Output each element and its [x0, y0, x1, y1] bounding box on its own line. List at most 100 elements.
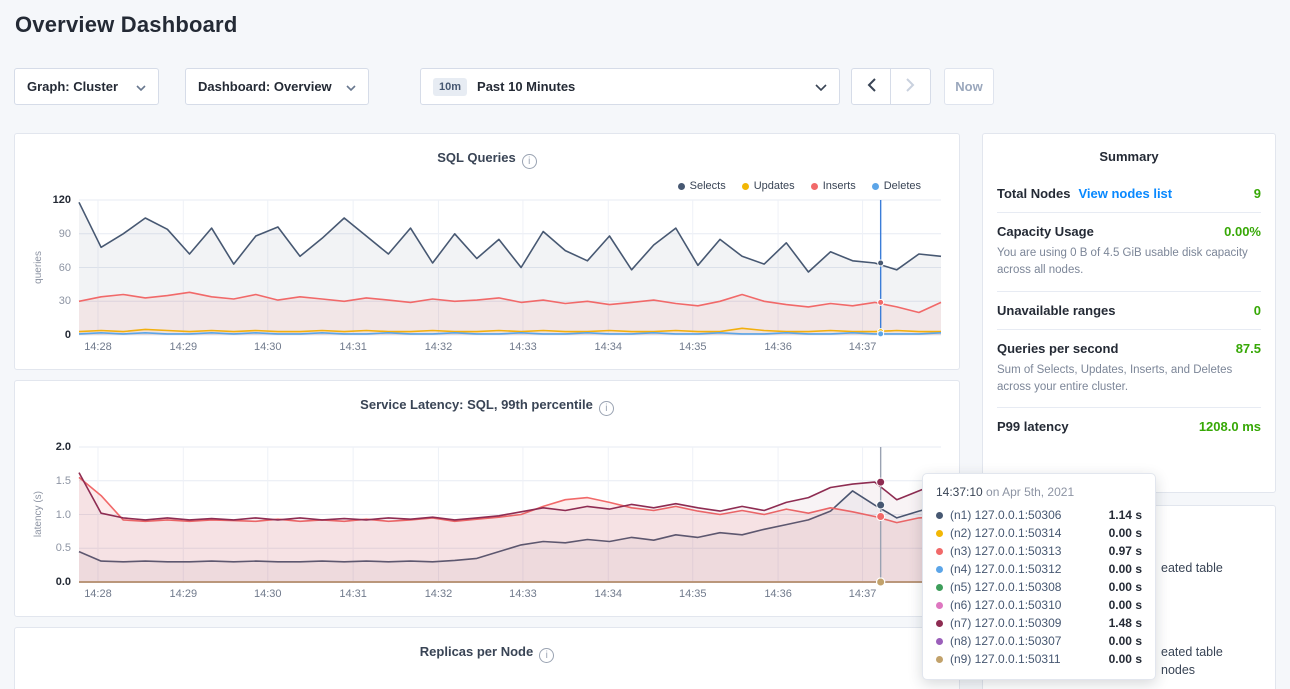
x-tick-label: 14:29: [170, 588, 198, 600]
node-color-dot-icon: [936, 602, 943, 609]
info-icon[interactable]: i: [599, 401, 614, 416]
tooltip-node-value: 0.00 s: [1109, 652, 1142, 666]
dashboard-dropdown-label: Dashboard: Overview: [198, 79, 332, 94]
chart-title-text: Service Latency: SQL, 99th percentile: [360, 397, 593, 412]
total-nodes-label: Total Nodes: [997, 186, 1070, 201]
tooltip-node-label: (n6) 127.0.0.1:50310: [950, 598, 1061, 612]
chart-title-text: Replicas per Node: [420, 644, 533, 659]
x-tick-label: 14:28: [84, 588, 112, 600]
summary-row-unavailable-ranges: Unavailable ranges 0: [997, 291, 1261, 329]
info-icon[interactable]: i: [539, 648, 554, 663]
x-tick-label: 14:34: [595, 341, 623, 353]
chart-title: Service Latency: SQL, 99th percentile i: [15, 397, 959, 416]
tooltip-row: (n7) 127.0.0.1:503091.48 s: [936, 614, 1142, 632]
x-tick-label: 14:33: [509, 341, 537, 353]
legend-dot-icon: [872, 183, 879, 190]
summary-row-capacity: Capacity Usage 0.00% You are using 0 B o…: [997, 212, 1261, 291]
x-tick-label: 14:36: [764, 341, 792, 353]
x-tick-label: 14:37: [849, 341, 877, 353]
tooltip-row: (n8) 127.0.0.1:503070.00 s: [936, 632, 1142, 650]
tooltip-date: on Apr 5th, 2021: [983, 485, 1074, 499]
p99-latency-value: 1208.0 ms: [1199, 419, 1261, 434]
tooltip-node-label: (n3) 127.0.0.1:50313: [950, 544, 1061, 558]
service-latency-panel: Service Latency: SQL, 99th percentile i l…: [14, 380, 960, 617]
x-tick-label: 14:29: [170, 341, 198, 353]
summary-title: Summary: [983, 134, 1275, 175]
time-range-badge: 10m: [433, 78, 467, 96]
tooltip-node-label: (n5) 127.0.0.1:50308: [950, 580, 1061, 594]
legend-item: Inserts: [811, 180, 856, 192]
tooltip-node-value: 0.00 s: [1109, 526, 1142, 540]
graph-dropdown-label: Graph: Cluster: [27, 79, 118, 94]
x-tick-label: 14:37: [849, 588, 877, 600]
tooltip-row: (n9) 127.0.0.1:50311 0.00 s: [936, 650, 1142, 668]
tooltip-node-label: (n4) 127.0.0.1:50312: [950, 562, 1061, 576]
summary-row-total-nodes: Total Nodes View nodes list 9: [997, 175, 1261, 212]
tooltip-node-value: 0.00 s: [1109, 598, 1142, 612]
node-color-dot-icon: [936, 584, 943, 591]
chart-title: SQL Queries i: [15, 150, 959, 169]
tooltip-node-value: 1.48 s: [1109, 616, 1142, 630]
legend-item: Deletes: [872, 180, 921, 192]
info-icon[interactable]: i: [522, 154, 537, 169]
x-tick-label: 14:35: [679, 588, 707, 600]
capacity-usage-label: Capacity Usage: [997, 224, 1094, 239]
node-color-dot-icon: [936, 620, 943, 627]
tooltip-row: (n1) 127.0.0.1:503061.14 s: [936, 506, 1142, 524]
sql-queries-panel: SQL Queriesi SelectsUpdatesInsertsDelete…: [14, 133, 960, 370]
plot[interactable]: [79, 447, 941, 582]
tooltip-node-value: 0.00 s: [1109, 562, 1142, 576]
y-tick-label: 90: [59, 227, 71, 241]
dashboard-dropdown[interactable]: Dashboard: Overview: [185, 68, 369, 105]
y-tick-label: 60: [59, 261, 71, 275]
tooltip-node-value: 0.00 s: [1109, 580, 1142, 594]
y-tick-label: 120: [53, 193, 71, 207]
sql-queries-chart-area[interactable]: queries 1209060300 14:2814:2914:3014:311…: [79, 200, 941, 335]
service-latency-chart-area[interactable]: latency (s) 2.01.51.00.50.0 14:2814:2914…: [79, 447, 941, 582]
x-tick-label: 14:36: [764, 588, 792, 600]
chevron-down-icon: [136, 79, 146, 94]
chevron-right-icon: [906, 78, 915, 95]
capacity-usage-description: You are using 0 B of 4.5 GiB usable disk…: [997, 245, 1261, 280]
legend-dot-icon: [678, 183, 685, 190]
summary-panel: Summary Total Nodes View nodes list 9 Ca…: [982, 133, 1276, 493]
graph-dropdown[interactable]: Graph: Cluster: [14, 68, 159, 105]
chart-legend: SelectsUpdatesInsertsDeletes: [678, 180, 921, 192]
tooltip-rows: (n1) 127.0.0.1:503061.14 s (n2) 127.0.0.1…: [936, 506, 1142, 668]
event-item-fragment: eated table: [1161, 561, 1223, 575]
tooltip-row: (n3) 127.0.0.1:503130.97 s: [936, 542, 1142, 560]
chevron-left-icon: [867, 78, 876, 95]
node-color-dot-icon: [936, 656, 943, 663]
tooltip-node-label: (n2) 127.0.0.1:50314: [950, 526, 1061, 540]
now-button[interactable]: Now: [944, 68, 994, 105]
replicas-per-node-panel: Replicas per Node i: [14, 627, 960, 689]
chart-tooltip: 14:37:10 on Apr 5th, 2021 (n1) 127.0.0.1…: [922, 473, 1156, 680]
prev-time-button[interactable]: [851, 68, 891, 105]
y-tick-label: 1.5: [56, 474, 71, 488]
y-axis-ticks: 2.01.51.00.50.0: [29, 447, 71, 582]
tooltip-node-label: (n9) 127.0.0.1:50311: [950, 652, 1061, 666]
x-tick-label: 14:30: [254, 341, 282, 353]
chevron-down-icon: [815, 79, 827, 94]
legend-dot-icon: [811, 183, 818, 190]
view-nodes-list-link[interactable]: View nodes list: [1078, 186, 1172, 201]
next-time-button[interactable]: [891, 68, 931, 105]
capacity-usage-value: 0.00%: [1224, 224, 1261, 239]
tooltip-row: (n6) 127.0.0.1:50310 0.00 s: [936, 596, 1142, 614]
legend-item: Selects: [678, 180, 726, 192]
chart-title-text: SQL Queries: [437, 150, 516, 165]
y-tick-label: 0.0: [56, 575, 71, 589]
x-tick-label: 14:32: [425, 588, 453, 600]
x-tick-label: 14:33: [509, 588, 537, 600]
time-range-picker[interactable]: 10m Past 10 Minutes: [420, 68, 840, 105]
event-item-fragment: eated table: [1161, 645, 1223, 659]
x-tick-label: 14:31: [339, 588, 367, 600]
plot[interactable]: [79, 200, 941, 335]
y-tick-label: 2.0: [56, 440, 71, 454]
y-tick-label: 30: [59, 294, 71, 308]
tooltip-timestamp: 14:37:10 on Apr 5th, 2021: [936, 485, 1142, 499]
tooltip-node-value: 1.14 s: [1109, 508, 1142, 522]
page-title: Overview Dashboard: [15, 12, 237, 38]
p99-latency-label: P99 latency: [997, 419, 1069, 434]
time-nav-group: [851, 68, 931, 105]
